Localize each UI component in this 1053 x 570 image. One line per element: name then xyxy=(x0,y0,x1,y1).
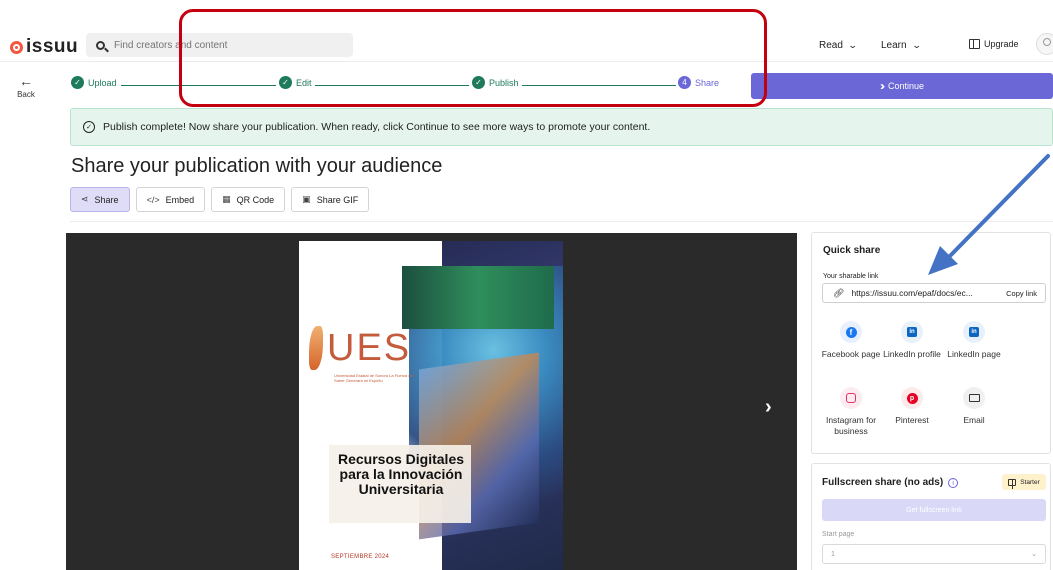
share-item-label: Facebook page xyxy=(821,349,881,359)
ues-logo: UES xyxy=(309,326,411,370)
back-label: Back xyxy=(17,90,35,99)
annotation-highlight-box xyxy=(179,9,767,107)
double-chevron-right-icon: ›› xyxy=(879,79,885,93)
flame-icon xyxy=(309,326,323,370)
fullscreen-button-label: Get fullscreen link xyxy=(906,506,962,514)
tab-share[interactable]: ⋖ Share xyxy=(70,187,130,212)
chevron-down-icon: ⌄ xyxy=(911,40,922,50)
sharable-link-value: https://issuu.com/epaf/docs/ec... xyxy=(851,288,973,298)
start-page-select[interactable]: 1 ⌄ xyxy=(822,544,1046,564)
linkedin-icon: in xyxy=(901,321,923,343)
cover-subtitle: Universidad Estatal de Sonora La Fuerza … xyxy=(334,373,414,383)
info-icon[interactable]: i xyxy=(948,478,959,488)
nav-learn-label: Learn xyxy=(881,40,907,51)
share-linkedin-page[interactable]: in LinkedIn page xyxy=(944,321,1004,360)
copy-link-button[interactable]: Copy link xyxy=(1006,289,1037,298)
tab-label: Share GIF xyxy=(316,194,359,205)
chevron-down-icon: ⌄ xyxy=(1031,551,1037,558)
logo-text: issuu xyxy=(26,36,79,57)
fullscreen-title-text: Fullscreen share (no ads) xyxy=(822,477,944,488)
nav-read-label: Read xyxy=(819,40,843,51)
nav-learn-menu[interactable]: Learn ⌄ xyxy=(881,40,922,51)
share-tabs: ⋖ Share </> Embed ▦ QR Code ▣ Share GIF xyxy=(70,187,370,212)
share-item-label: Pinterest xyxy=(895,415,929,425)
share-item-label: LinkedIn profile xyxy=(883,349,941,359)
upgrade-label: Upgrade xyxy=(984,39,1019,49)
share-linkedin-profile[interactable]: in LinkedIn profile xyxy=(882,321,942,360)
share-pinterest[interactable]: p Pinterest xyxy=(882,387,942,426)
step-label: Upload xyxy=(88,77,117,88)
linkedin-icon: in xyxy=(963,321,985,343)
code-icon: </> xyxy=(146,194,160,205)
cover-title: Recursos Digitales para la Innovación Un… xyxy=(337,451,465,497)
share-item-label: Email xyxy=(963,415,985,425)
start-page-value: 1 xyxy=(831,550,835,558)
share-item-label: Instagram for business xyxy=(825,415,877,436)
publication-viewer[interactable]: UES Universidad Estatal de Sonora La Fue… xyxy=(66,233,797,570)
search-icon xyxy=(96,40,105,50)
cover-date: SEPTIEMBRE 2024 xyxy=(331,554,390,560)
issuu-logo-icon xyxy=(10,40,23,54)
arrow-left-icon: ← xyxy=(19,73,33,89)
link-icon: 🔗︎ xyxy=(833,287,845,298)
banner-text: Publish complete! Now share your publica… xyxy=(103,121,651,133)
pinterest-icon: p xyxy=(901,387,923,409)
sharable-link-label: Your sharable link xyxy=(823,273,879,280)
gift-icon xyxy=(969,39,980,49)
back-button[interactable]: ← Back xyxy=(14,73,38,99)
step-upload[interactable]: ✓ Upload xyxy=(71,76,117,89)
chevron-down-icon: ⌄ xyxy=(847,40,858,50)
check-circle-icon: ✓ xyxy=(71,76,84,89)
continue-button[interactable]: ›› Continue xyxy=(751,73,1053,99)
facebook-icon: f xyxy=(840,321,862,343)
start-page-label: Start page xyxy=(822,531,855,538)
check-circle-icon: ✓ xyxy=(83,121,95,133)
nav-read-menu[interactable]: Read ⌄ xyxy=(819,40,858,51)
quick-share-panel: Quick share Your sharable link 🔗︎ https:… xyxy=(811,232,1051,454)
instagram-icon xyxy=(840,387,862,409)
tab-qr-code[interactable]: ▦ QR Code xyxy=(211,187,286,212)
share-email[interactable]: Email xyxy=(944,387,1004,426)
tab-embed[interactable]: </> Embed xyxy=(135,187,206,212)
tab-label: Embed xyxy=(165,194,195,205)
sharable-link-field[interactable]: 🔗︎ https://issuu.com/epaf/docs/ec... Cop… xyxy=(822,283,1046,303)
issuu-logo[interactable]: issuu xyxy=(10,36,78,58)
tab-share-gif[interactable]: ▣ Share GIF xyxy=(291,187,370,212)
share-instagram[interactable]: Instagram for business xyxy=(821,387,881,437)
share-icon: ⋖ xyxy=(81,194,89,204)
upgrade-button[interactable]: Upgrade xyxy=(969,39,1019,49)
quick-share-title: Quick share xyxy=(823,245,881,256)
tabs-divider xyxy=(70,221,1053,222)
user-avatar[interactable] xyxy=(1036,33,1053,55)
starter-label: Starter xyxy=(1020,478,1040,486)
share-item-label: LinkedIn page xyxy=(947,349,1001,359)
fullscreen-share-title: Fullscreen share (no ads) i xyxy=(822,477,959,488)
share-facebook-page[interactable]: f Facebook page xyxy=(821,321,881,360)
gift-icon xyxy=(1008,478,1017,489)
gif-icon: ▣ xyxy=(302,194,311,204)
qr-icon: ▦ xyxy=(222,194,231,204)
cover-illustration-top xyxy=(402,266,554,329)
fullscreen-share-panel: Fullscreen share (no ads) i Starter Get f… xyxy=(811,463,1051,570)
ues-logo-text: UES xyxy=(327,326,412,369)
page-title: Share your publication with your audienc… xyxy=(71,155,443,177)
starter-badge: Starter xyxy=(1002,474,1046,490)
get-fullscreen-link-button[interactable]: Get fullscreen link xyxy=(822,499,1046,521)
continue-label: Continue xyxy=(887,81,925,91)
email-icon xyxy=(963,387,985,409)
publish-complete-banner: ✓ Publish complete! Now share your publi… xyxy=(70,108,1053,146)
next-page-icon[interactable]: › xyxy=(765,396,772,419)
tab-label: Share xyxy=(94,194,119,205)
tab-label: QR Code xyxy=(236,194,275,205)
publication-cover: UES Universidad Estatal de Sonora La Fue… xyxy=(299,241,563,570)
